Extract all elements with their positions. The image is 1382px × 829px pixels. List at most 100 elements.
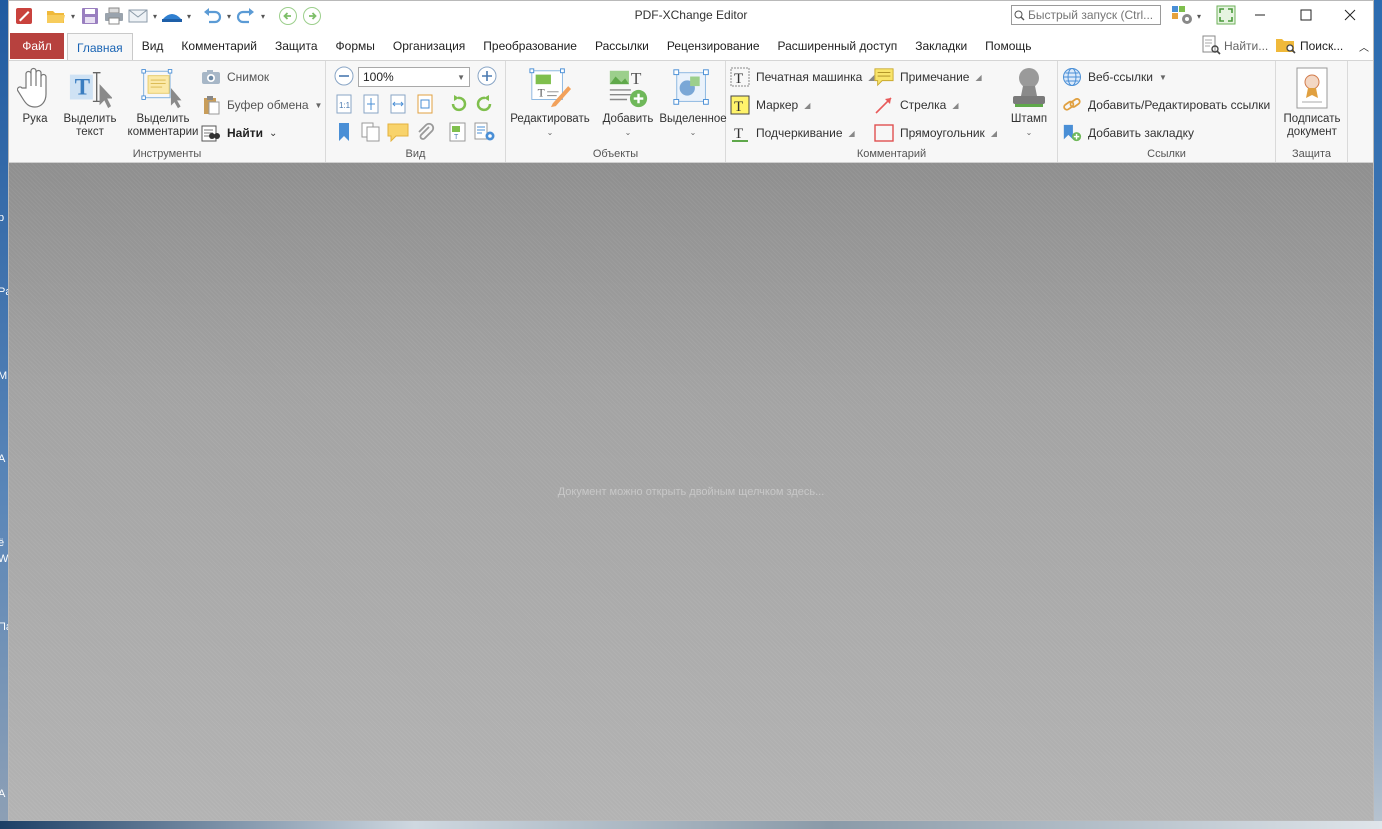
tab-convert[interactable]: Преобразование <box>474 33 586 59</box>
hand-icon <box>13 65 57 111</box>
rectangle-icon <box>874 123 894 143</box>
tab-review[interactable]: Рецензирование <box>658 33 769 59</box>
binoculars-icon <box>201 123 221 143</box>
group-label-tools: Инструменты <box>132 148 202 160</box>
chevron-down-icon: ⌄ <box>624 128 632 137</box>
hand-tool-button[interactable]: Рука <box>13 65 57 126</box>
underline-button[interactable]: T Подчеркивание ◢ <box>730 122 855 144</box>
properties-icon <box>474 122 496 145</box>
certificate-icon <box>1290 65 1334 111</box>
ui-options-button[interactable]: ▾ <box>1171 5 1203 27</box>
tab-view[interactable]: Вид <box>133 33 173 59</box>
clipboard-icon <box>201 95 221 115</box>
fit-width-button[interactable] <box>388 94 408 117</box>
tab-help[interactable]: Помощь <box>976 33 1040 59</box>
link-icon <box>1062 95 1082 115</box>
desktop-text-fragment: ё <box>0 537 5 549</box>
add-bookmark-button[interactable]: Добавить закладку <box>1062 122 1194 144</box>
group-view: 100% ▼ 1:1 T Вид <box>326 61 506 162</box>
comments-icon <box>387 122 409 145</box>
stamp-button[interactable]: Штамп ⌄ <box>1004 65 1054 139</box>
select-comments-label-1: Выделить <box>136 113 190 125</box>
clipboard-button[interactable]: Буфер обмена ▼ <box>201 94 322 116</box>
properties-pane-button[interactable] <box>474 122 496 145</box>
zoom-in-icon <box>477 66 497 89</box>
collapse-ribbon-button[interactable]: ︿ <box>1359 34 1369 58</box>
desktop-text-fragment: A <box>0 453 6 465</box>
desktop-text-fragment: M <box>0 370 8 382</box>
group-tools: Рука T Выделить текст Выделить комментар… <box>9 61 326 162</box>
arrow-button[interactable]: Стрелка ◢ <box>874 94 958 116</box>
web-links-label: Веб-ссылки <box>1088 70 1153 84</box>
add-content-icon: T <box>606 65 650 111</box>
find-button[interactable]: Найти... <box>1201 34 1268 58</box>
quick-launch-search[interactable] <box>1011 5 1161 25</box>
find-tool-button[interactable]: Найти ⌄ <box>201 122 277 144</box>
note-button[interactable]: Примечание ◢ <box>874 66 982 88</box>
add-objects-button[interactable]: T Добавить ⌄ <box>596 65 660 139</box>
maximize-icon <box>1300 8 1312 24</box>
find-label: Найти... <box>1224 39 1269 53</box>
maximize-button[interactable] <box>1283 1 1329 31</box>
group-label-view: Вид <box>405 148 426 160</box>
pages-pane-button[interactable] <box>361 122 381 143</box>
tab-share[interactable]: Расширенный доступ <box>769 33 907 59</box>
select-text-button[interactable]: T Выделить текст <box>61 65 119 139</box>
svg-text:T: T <box>538 88 545 100</box>
fit-visible-button[interactable] <box>415 94 435 115</box>
actual-size-button[interactable]: 1:1 <box>334 94 354 115</box>
tab-protect[interactable]: Защита <box>266 33 327 59</box>
typewriter-button[interactable]: T Печатная машинка ◢ <box>730 66 874 88</box>
highlighter-button[interactable]: T Маркер ◢ <box>730 94 810 116</box>
tab-mailings[interactable]: Рассылки <box>586 33 658 59</box>
comments-pane-button[interactable] <box>387 122 409 145</box>
tab-home[interactable]: Главная <box>67 33 133 61</box>
fullscreen-button[interactable] <box>1216 5 1236 27</box>
web-links-button[interactable]: Веб-ссылки ▼ <box>1062 66 1167 88</box>
add-edit-links-button[interactable]: Добавить/Редактировать ссылки <box>1062 94 1270 116</box>
bookmarks-pane-button[interactable] <box>334 122 354 143</box>
rectangle-button[interactable]: Прямоугольник ◢ <box>874 122 997 144</box>
selected-objects-button[interactable]: Выделенное ⌄ <box>656 65 730 139</box>
attachments-pane-button[interactable] <box>415 122 435 143</box>
snapshot-button[interactable]: Снимок <box>201 66 269 88</box>
svg-text:T: T <box>734 71 743 87</box>
select-text-icon: T <box>68 65 112 111</box>
fullscreen-icon <box>1216 5 1236 28</box>
group-label-links: Ссылки <box>1147 148 1186 160</box>
zoom-level-select[interactable]: 100% ▼ <box>358 67 470 87</box>
select-comments-button[interactable]: Выделить комментарии <box>127 65 199 139</box>
svg-text:T: T <box>631 69 642 88</box>
document-workspace[interactable]: Документ можно открыть двойным щелчком з… <box>9 163 1373 820</box>
tab-comment[interactable]: Комментарий <box>172 33 266 59</box>
search-button[interactable]: Поиск... <box>1275 34 1343 58</box>
content-pane-button[interactable]: T <box>448 122 468 143</box>
rotate-left-button[interactable] <box>448 94 468 115</box>
edit-objects-label: Редактировать <box>510 113 590 125</box>
minimize-button[interactable] <box>1237 1 1283 31</box>
open-document-hint: Документ можно открыть двойным щелчком з… <box>557 486 825 498</box>
tab-organize[interactable]: Организация <box>384 33 474 59</box>
quick-launch-input[interactable] <box>1026 8 1156 22</box>
sign-document-label-1: Подписать <box>1283 113 1341 125</box>
tab-bookmarks[interactable]: Закладки <box>906 33 976 59</box>
snapshot-label: Снимок <box>227 70 270 84</box>
fit-page-button[interactable] <box>361 94 381 115</box>
file-tab[interactable]: Файл <box>10 33 64 59</box>
tab-forms[interactable]: Формы <box>327 33 384 59</box>
close-button[interactable] <box>1327 1 1373 31</box>
zoom-out-button[interactable] <box>334 66 354 89</box>
search-icon <box>1012 10 1026 21</box>
chevron-down-icon: ▼ <box>314 100 323 110</box>
edit-objects-button[interactable]: T Редактировать ⌄ <box>510 65 590 139</box>
sticky-note-icon <box>874 67 894 87</box>
zoom-out-icon <box>334 66 354 89</box>
ribbon: Рука T Выделить текст Выделить комментар… <box>9 60 1373 163</box>
zoom-in-button[interactable] <box>477 66 497 89</box>
chevron-down-icon[interactable]: ▾ <box>1195 12 1203 21</box>
sign-document-button[interactable]: Подписать документ <box>1278 65 1346 139</box>
chevron-down-icon: ⌄ <box>546 128 554 137</box>
fit-width-icon <box>390 94 406 117</box>
rotate-right-button[interactable] <box>475 94 495 115</box>
select-comments-label-2: комментарии <box>127 126 199 138</box>
